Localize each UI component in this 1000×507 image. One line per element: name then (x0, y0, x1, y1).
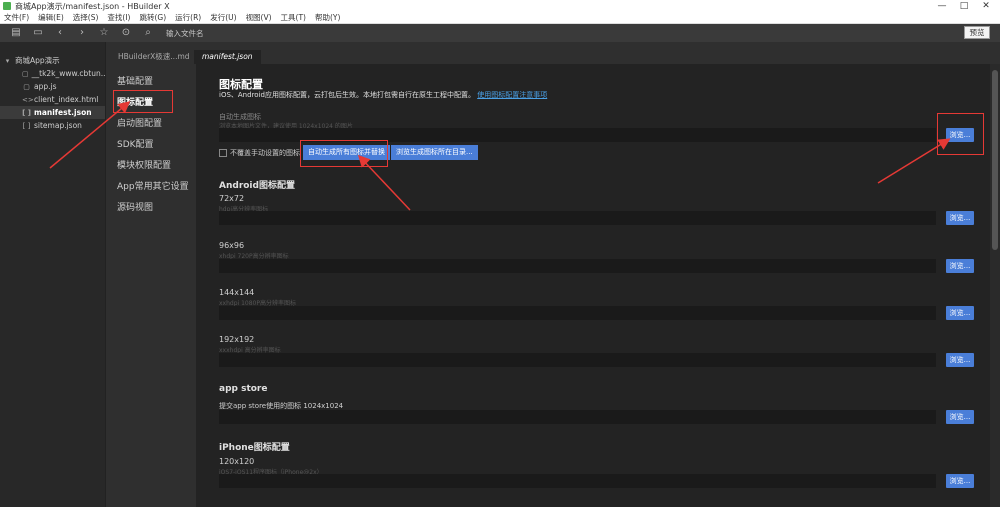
nav-app-other-settings[interactable]: App常用其它设置 (106, 177, 196, 198)
editor-tabs: HBuilderX极速...md manifest.json (106, 42, 1000, 64)
menu-item[interactable]: 跳转(G) (139, 12, 166, 23)
back-icon[interactable]: ‹ (52, 26, 68, 40)
nav-sdk-config[interactable]: SDK配置 (106, 135, 196, 156)
no-overwrite-label: 不覆盖手动设置的图标 (230, 149, 300, 157)
tree-item-file[interactable]: ▢ app.js (0, 80, 105, 93)
tree-item-label: 商城App演示 (15, 56, 60, 65)
preview-button[interactable]: 预览 (964, 26, 990, 39)
annotation-box-browse (937, 113, 984, 155)
run-icon[interactable]: ⊙ (118, 26, 134, 40)
annotation-box-nav (113, 90, 173, 113)
icon-size-label: 96x96 (219, 241, 245, 250)
menu-item[interactable]: 运行(R) (175, 12, 201, 23)
appstore-input[interactable] (219, 410, 936, 424)
menu-item[interactable]: 文件(F) (4, 12, 29, 23)
content-scrollbar[interactable] (990, 64, 1000, 507)
icon-config-panel: 图标配置 iOS、Android应用图标配置，云打包后生效。本地打包需自行在原生… (196, 64, 990, 507)
android-192-input[interactable] (219, 353, 936, 367)
menu-item[interactable]: 选择(S) (73, 12, 99, 23)
tree-item-label: __tk2k_www.cbtun... (31, 69, 105, 78)
nav-module-permission[interactable]: 模块权限配置 (106, 156, 196, 177)
save-icon[interactable]: ▭ (30, 26, 46, 40)
menu-item[interactable]: 编辑(E) (38, 12, 64, 23)
tree-item-label: manifest.json (34, 108, 92, 117)
description-text: iOS、Android应用图标配置，云打包后生效。本地打包需自行在原生工程中配置… (219, 91, 475, 99)
iphone-section-title: iPhone图标配置 (219, 443, 290, 453)
menu-item[interactable]: 视图(V) (246, 12, 272, 23)
nav-source-view[interactable]: 源码视图 (106, 198, 196, 219)
tree-item-label: sitemap.json (34, 121, 82, 130)
android-96-input[interactable] (219, 259, 936, 273)
annotation-box-auto-generate (300, 140, 388, 167)
star-icon[interactable]: ☆ (96, 26, 112, 40)
tree-item-file[interactable]: [ ] sitemap.json (0, 119, 105, 132)
file-icon: ▢ (22, 69, 29, 78)
icon-size-label: 72x72 (219, 194, 245, 203)
chevron-down-icon: ▾ (5, 56, 10, 65)
file-tree: ▾ 商城App演示 ▢ __tk2k_www.cbtun... ▢ app.js… (0, 42, 106, 507)
close-button[interactable]: ✕ (972, 0, 1000, 12)
browse-button[interactable]: 浏览... (946, 259, 974, 273)
html-file-icon: <> (22, 95, 34, 104)
new-file-icon[interactable]: ▤ (8, 26, 24, 40)
browse-icon-dir-button[interactable]: 浏览生成图标所在目录... (391, 145, 478, 160)
page-description: iOS、Android应用图标配置，云打包后生效。本地打包需自行在原生工程中配置… (219, 90, 547, 100)
browse-button[interactable]: 浏览... (946, 474, 974, 488)
android-72-input[interactable] (219, 211, 936, 225)
browse-button[interactable]: 浏览... (946, 353, 974, 367)
tree-item-label: client_index.html (34, 95, 99, 104)
tree-item-file[interactable]: ▢ __tk2k_www.cbtun... (0, 67, 105, 80)
json-file-icon: [ ] (22, 121, 31, 130)
icon-size-label: 120x120 (219, 457, 255, 466)
browse-button[interactable]: 浏览... (946, 410, 974, 424)
window-title: 商城App演示/manifest.json - HBuilder X (15, 1, 170, 11)
title-bar: 商城App演示/manifest.json - HBuilder X — □ ✕ (0, 0, 1000, 12)
iphone-120-input[interactable] (219, 474, 936, 488)
settings-nav: 基础配置 图标配置 启动图配置 SDK配置 模块权限配置 App常用其它设置 源… (106, 64, 196, 507)
browse-button[interactable]: 浏览... (946, 211, 974, 225)
menu-item[interactable]: 发行(U) (210, 12, 236, 23)
android-144-input[interactable] (219, 306, 936, 320)
menu-bar: 文件(F) 编辑(E) 选择(S) 查找(I) 跳转(G) 运行(R) 发行(U… (0, 12, 1000, 24)
file-icon: ▢ (23, 82, 30, 91)
tree-item-file-active[interactable]: [ ] manifest.json (0, 106, 105, 119)
scrollbar-thumb[interactable] (992, 70, 998, 250)
file-search-input[interactable]: 输入文件名 (166, 28, 204, 39)
nav-splash-config[interactable]: 启动图配置 (106, 114, 196, 135)
menu-item[interactable]: 查找(I) (107, 12, 130, 23)
icon-size-label: 144x144 (219, 288, 255, 297)
android-section-title: Android图标配置 (219, 181, 295, 191)
no-overwrite-checkbox[interactable] (219, 149, 227, 157)
toolbar: ▤ ▭ ‹ › ☆ ⊙ ⌕ 输入文件名 预览 (0, 24, 1000, 42)
tree-item-project[interactable]: ▾ 商城App演示 (0, 54, 105, 67)
notes-link[interactable]: 使用图标配置注意事项 (477, 91, 547, 99)
icon-size-label: 192x192 (219, 335, 255, 344)
search-icon[interactable]: ⌕ (140, 26, 156, 40)
tree-item-label: app.js (34, 82, 57, 91)
appstore-section-title: app store (219, 384, 268, 394)
browse-button[interactable]: 浏览... (946, 306, 974, 320)
tab-manifest[interactable]: manifest.json (194, 50, 261, 64)
menu-item[interactable]: 帮助(Y) (315, 12, 340, 23)
tree-item-file[interactable]: <> client_index.html (0, 93, 105, 106)
menu-item[interactable]: 工具(T) (281, 12, 306, 23)
json-file-icon: [ ] (22, 108, 31, 117)
app-icon (3, 2, 11, 10)
tab-readme[interactable]: HBuilderX极速...md (110, 50, 198, 64)
forward-icon[interactable]: › (74, 26, 90, 40)
